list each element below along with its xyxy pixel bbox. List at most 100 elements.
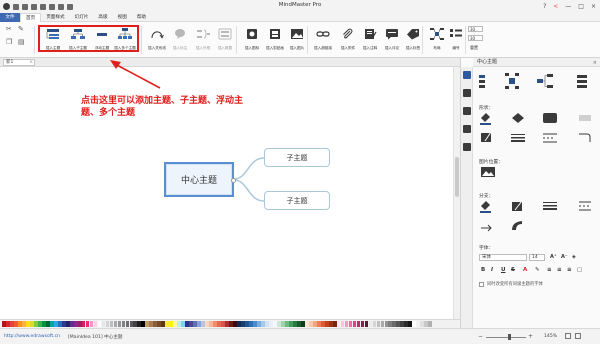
- panel-title: 中心主题: [477, 59, 498, 65]
- fullscreen-icon[interactable]: [575, 333, 581, 339]
- underline-button[interactable]: U: [501, 267, 505, 273]
- cut-icon[interactable]: ✂: [6, 25, 12, 33]
- branch-color-tool: [512, 200, 523, 211]
- subtopic-node[interactable]: 子主题: [264, 191, 330, 210]
- app-logo-icon: [3, 3, 10, 10]
- line-dash-tool: [543, 133, 557, 143]
- quick-access-toolbar: [0, 3, 73, 10]
- grow-font-icon[interactable]: A⁺: [550, 254, 557, 260]
- open-file-icon[interactable]: [40, 3, 46, 10]
- format-painter-icon[interactable]: ✎: [18, 25, 24, 33]
- numbering-button[interactable]: 编号: [441, 25, 471, 55]
- new-file-icon[interactable]: [31, 3, 37, 10]
- font-color-button[interactable]: A: [523, 267, 527, 273]
- paste-icon[interactable]: ▤: [18, 38, 25, 46]
- image-icon: [291, 29, 303, 39]
- share-icon[interactable]: <: [553, 3, 558, 10]
- scrollbar-thumb[interactable]: [455, 157, 459, 197]
- map-style-tab-icon[interactable]: [463, 89, 471, 97]
- status-bar: http://www.edrawsoft.cn [MainIdea 101] 中…: [0, 328, 600, 344]
- font-family-select[interactable]: 宋体: [479, 254, 527, 261]
- image-position-tool[interactable]: [479, 166, 509, 180]
- branch-fill-tool: [480, 201, 491, 213]
- zoom-knob[interactable]: [508, 334, 511, 340]
- shape-rect-tool: [543, 113, 557, 123]
- shrink-font-icon[interactable]: A⁻: [561, 254, 568, 260]
- print-icon[interactable]: [58, 3, 64, 10]
- shape-section-title: 形状：: [479, 106, 494, 111]
- help-icon[interactable]: ?: [543, 3, 546, 10]
- align-center-icon[interactable]: ≡: [557, 267, 562, 273]
- branch-tools: [480, 200, 591, 232]
- boundary-icon: [218, 28, 232, 40]
- redo-icon[interactable]: [22, 3, 28, 10]
- align-right-icon[interactable]: ≡: [567, 267, 572, 273]
- tab-home[interactable]: 首页: [20, 12, 42, 22]
- zoom-track[interactable]: [486, 336, 526, 338]
- subtopic-label: 子主题: [286, 196, 308, 205]
- branch-dash-tool: [579, 201, 591, 211]
- align-left-icon[interactable]: ≡: [547, 267, 552, 273]
- format-panel: 中心主题 × 形状： 图片位置： 分支： 字体： 宋体 14 A⁺ A⁻ ◈ B…: [460, 58, 600, 328]
- ribbon: ✂ ✎ ❐ ▤ 插入主题 插入子主题 浮动主题 插入多个主题 插入关系线 插入标…: [0, 22, 600, 58]
- zoom-in-icon[interactable]: +: [528, 333, 533, 340]
- canvas-vertical-scrollbar[interactable]: [453, 67, 460, 319]
- maximize-button[interactable]: □: [578, 3, 584, 10]
- strikethrough-button[interactable]: S: [511, 267, 515, 273]
- minimize-button[interactable]: —: [565, 3, 571, 10]
- numbering-label: 编号: [452, 46, 460, 50]
- border-color-tool: [481, 131, 492, 142]
- fit-page-icon[interactable]: [565, 333, 571, 339]
- font-section-title: 字体：: [479, 246, 494, 251]
- document-tab-strip: 新1 ×: [0, 58, 460, 67]
- tab-help[interactable]: 帮助: [132, 13, 151, 22]
- clipart-icon: [270, 29, 280, 39]
- save-icon[interactable]: [49, 3, 55, 10]
- annotation-line-2: 题、多个主题: [81, 108, 136, 118]
- undo-icon[interactable]: [13, 3, 19, 10]
- copy-icon[interactable]: ❐: [6, 38, 12, 46]
- close-panel-icon[interactable]: ×: [593, 59, 597, 68]
- ribbon-separator: [34, 26, 35, 54]
- annotation-highlight-box: [38, 25, 139, 52]
- same-level-checkbox-label: 同时改变所有同级主题的字体: [487, 282, 543, 287]
- task-tab-icon[interactable]: [463, 143, 471, 151]
- tab-view[interactable]: 视图: [113, 13, 132, 22]
- zoom-out-icon[interactable]: −: [478, 333, 483, 340]
- close-tab-icon[interactable]: ×: [29, 60, 33, 66]
- close-button[interactable]: ×: [591, 3, 596, 10]
- annotation-line-1: 点击这里可以添加主题、子主题、浮动主: [81, 96, 244, 106]
- comment-icon: [386, 29, 398, 40]
- mark-tab-icon[interactable]: [463, 125, 471, 133]
- callout-icon: [175, 29, 185, 39]
- text-case-icon[interactable]: ▢: [577, 267, 582, 273]
- highlight-color-icon[interactable]: ✎: [535, 267, 540, 273]
- add-branch-handle[interactable]: [231, 178, 236, 183]
- tab-file[interactable]: 文件: [0, 12, 20, 22]
- subtopic-node[interactable]: 子主题: [264, 148, 330, 167]
- zoom-slider[interactable]: − +: [478, 333, 538, 340]
- vertical-spacing-field[interactable]: 30: [468, 35, 483, 41]
- italic-button[interactable]: I: [491, 267, 493, 273]
- tab-page-style[interactable]: 页面样式: [41, 13, 69, 22]
- branch-arrow-tool: [481, 224, 492, 232]
- menu-bar: 文件 首页 页面样式 幻灯片 高级 视图 帮助: [0, 12, 600, 22]
- bold-button[interactable]: B: [481, 267, 485, 273]
- ribbon-separator: [465, 26, 466, 54]
- website-link[interactable]: http://www.edrawsoft.cn: [4, 334, 60, 339]
- clear-format-icon[interactable]: ◈: [572, 254, 576, 260]
- export-icon[interactable]: [67, 3, 73, 10]
- reset-button[interactable]: 重置: [470, 45, 478, 51]
- branch-curve-tool: [512, 221, 522, 230]
- format-tab-icon[interactable]: [463, 71, 471, 79]
- tab-slides[interactable]: 幻灯片: [70, 13, 94, 22]
- document-tab[interactable]: 新1 ×: [3, 59, 35, 66]
- same-level-checkbox[interactable]: [479, 282, 484, 287]
- outline-tab-icon[interactable]: [463, 107, 471, 115]
- horizontal-spacing-field[interactable]: 30: [468, 26, 483, 32]
- font-size-select[interactable]: 14: [529, 254, 545, 261]
- color-swatch[interactable]: [428, 321, 433, 327]
- tab-advanced[interactable]: 高级: [93, 13, 112, 22]
- central-topic-node[interactable]: 中心主题: [164, 162, 236, 197]
- title-bar: MindMaster Pro ? < — □ ×: [0, 0, 600, 13]
